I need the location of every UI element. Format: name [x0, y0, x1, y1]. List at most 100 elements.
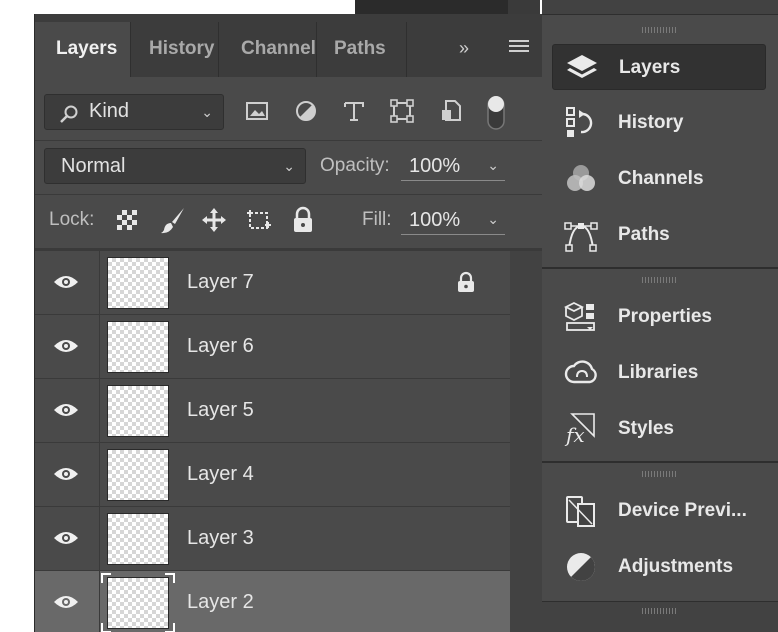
- lock-transparent-pixels-icon[interactable]: [115, 208, 139, 232]
- chevron-down-icon: ⌄: [487, 157, 499, 173]
- dock-item-label: Layers: [619, 57, 681, 78]
- tab-paths[interactable]: Paths: [317, 22, 407, 77]
- layer-list-scrollbar[interactable]: [510, 251, 543, 632]
- fill-label: Fill:: [362, 209, 392, 230]
- layer-name[interactable]: Layer 4: [187, 463, 254, 486]
- panel-tab-bar: Layers History Channels Paths »: [35, 14, 543, 77]
- opacity-label: Opacity:: [320, 155, 390, 176]
- blend-mode-value: Normal: [61, 155, 126, 177]
- dock-item-layers[interactable]: Layers: [552, 44, 766, 90]
- dock-item-label: Libraries: [618, 362, 699, 383]
- shape-filter-icon[interactable]: [389, 98, 415, 124]
- divider: [99, 443, 100, 507]
- visibility-eye-icon[interactable]: [53, 401, 79, 419]
- dock-group-2: Properties Libraries fx Styles: [542, 268, 778, 462]
- layer-name[interactable]: Layer 7: [187, 271, 254, 294]
- divider: [99, 379, 100, 443]
- tab-overflow-button[interactable]: »: [459, 38, 469, 59]
- dock-group-1: Layers History Channels Paths: [542, 14, 778, 268]
- filter-kind-label: Kind: [89, 100, 130, 122]
- fill-field[interactable]: 100% ⌄: [401, 205, 505, 235]
- tab-label: Layers: [56, 38, 118, 59]
- layer-row[interactable]: Layer 5: [35, 379, 510, 443]
- smart-object-filter-icon[interactable]: [438, 98, 464, 124]
- filter-toggle-switch[interactable]: [485, 94, 507, 132]
- dock-item-label: Styles: [618, 418, 674, 439]
- layer-row-selected[interactable]: Layer 2: [35, 571, 510, 632]
- drag-grip[interactable]: [642, 471, 676, 477]
- tab-label: Channels: [241, 38, 316, 59]
- layer-row[interactable]: Layer 6: [35, 315, 510, 379]
- dock-item-device-preview[interactable]: Device Previ...: [552, 488, 766, 534]
- pixel-filter-icon[interactable]: [244, 98, 270, 124]
- layer-name[interactable]: Layer 6: [187, 335, 254, 358]
- panel-dock: Layers History Channels Paths Properties…: [542, 0, 778, 632]
- chevron-down-icon: ⌄: [201, 104, 213, 120]
- layer-thumbnail[interactable]: [107, 385, 169, 437]
- dock-item-label: Device Previ...: [618, 500, 747, 521]
- visibility-eye-icon[interactable]: [53, 273, 79, 291]
- chevron-down-icon: ⌄: [487, 211, 499, 227]
- drag-grip[interactable]: [642, 608, 676, 614]
- fill-value: 100%: [409, 209, 461, 231]
- layer-name[interactable]: Layer 3: [187, 527, 254, 550]
- visibility-eye-icon[interactable]: [53, 337, 79, 355]
- lock-image-pixels-icon[interactable]: [159, 206, 187, 234]
- tab-history[interactable]: History: [131, 22, 219, 77]
- visibility-eye-icon[interactable]: [53, 529, 79, 547]
- dock-item-label: Channels: [618, 168, 704, 189]
- layer-row[interactable]: Layer 4: [35, 443, 510, 507]
- styles-icon: fx: [564, 413, 595, 446]
- opacity-field[interactable]: 100% ⌄: [401, 151, 505, 181]
- filter-kind-dropdown[interactable]: Kind ⌄: [44, 94, 224, 130]
- visibility-eye-icon[interactable]: [53, 593, 79, 611]
- lock-artboard-icon[interactable]: [245, 206, 273, 234]
- lock-position-icon[interactable]: [201, 207, 227, 233]
- adjustments-icon: [567, 553, 595, 581]
- channels-icon: [567, 165, 595, 191]
- tab-channels[interactable]: Channels: [219, 22, 317, 77]
- divider: [99, 571, 100, 632]
- dock-item-properties[interactable]: Properties: [552, 294, 766, 340]
- layer-thumbnail[interactable]: [107, 513, 169, 565]
- lock-all-icon[interactable]: [291, 206, 315, 234]
- lock-label: Lock:: [49, 209, 95, 230]
- document-canvas: [0, 0, 355, 14]
- divider: [99, 315, 100, 379]
- layer-thumbnail[interactable]: [107, 449, 169, 501]
- type-filter-icon[interactable]: [341, 98, 367, 124]
- layer-thumbnail[interactable]: [107, 257, 169, 309]
- device-preview-icon: [566, 496, 595, 527]
- dock-item-channels[interactable]: Channels: [552, 156, 766, 202]
- paths-icon: [564, 222, 598, 252]
- dock-item-adjustments[interactable]: Adjustments: [552, 544, 766, 590]
- tab-layers[interactable]: Layers: [35, 22, 131, 77]
- dock-item-libraries[interactable]: Libraries: [552, 350, 766, 396]
- dock-item-label: Adjustments: [618, 556, 734, 577]
- layer-row[interactable]: Layer 3: [35, 507, 510, 571]
- panel-menu-icon[interactable]: [509, 40, 529, 54]
- divider: [99, 251, 100, 315]
- blend-mode-dropdown[interactable]: Normal ⌄: [44, 148, 306, 184]
- dock-item-styles[interactable]: fx Styles: [552, 406, 766, 452]
- svg-text:fx: fx: [564, 423, 585, 446]
- adjustment-filter-icon[interactable]: [293, 98, 319, 124]
- dock-item-history[interactable]: History: [552, 100, 766, 146]
- dock-item-label: Paths: [618, 224, 670, 245]
- layers-panel: Layers History Channels Paths » Kind ⌄ N…: [34, 14, 543, 632]
- thumbnail-selection-corners: [101, 573, 175, 632]
- libraries-icon: [564, 360, 597, 384]
- drag-grip[interactable]: [642, 277, 676, 283]
- search-icon: [60, 105, 78, 123]
- layer-name[interactable]: Layer 2: [187, 591, 254, 614]
- drag-grip[interactable]: [642, 27, 676, 33]
- layer-row[interactable]: Layer 7: [35, 251, 510, 315]
- layer-name[interactable]: Layer 5: [187, 399, 254, 422]
- layer-lock-icon: [458, 271, 474, 292]
- divider: [35, 194, 543, 195]
- tab-label: History: [149, 38, 215, 59]
- tab-label: Paths: [334, 38, 386, 59]
- dock-item-paths[interactable]: Paths: [552, 212, 766, 258]
- visibility-eye-icon[interactable]: [53, 465, 79, 483]
- layer-thumbnail[interactable]: [107, 321, 169, 373]
